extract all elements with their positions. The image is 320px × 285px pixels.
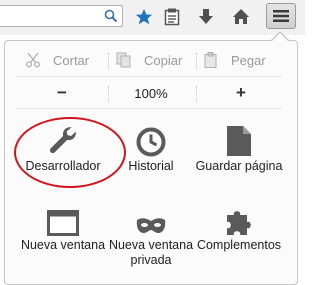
history-label: Historial	[128, 159, 174, 173]
zoom-controls: − 100% +	[5, 78, 297, 108]
cut-button[interactable]: Cortar	[25, 44, 89, 76]
zoom-in-button[interactable]: +	[229, 78, 253, 108]
save-page-icon	[194, 117, 284, 157]
cut-label: Cortar	[53, 52, 90, 68]
new-private-window-button[interactable]: Nueva ventana privada	[106, 196, 196, 268]
divider	[16, 108, 282, 109]
download-icon[interactable]	[194, 6, 218, 28]
new-window-label: Nueva ventana	[20, 238, 106, 252]
save-page-label: Guardar página	[195, 159, 283, 173]
edit-controls: Cortar Copiar Pegar	[5, 44, 297, 76]
hamburger-menu-icon[interactable]	[266, 3, 296, 29]
addons-label: Complementos	[196, 238, 282, 252]
zoom-reset-button[interactable]: 100%	[116, 78, 186, 108]
puzzle-icon	[194, 196, 284, 236]
new-window-button[interactable]: Nueva ventana	[18, 196, 108, 268]
zoom-out-button[interactable]: −	[50, 78, 74, 108]
copy-label: Copiar	[144, 52, 183, 68]
search-icon[interactable]	[104, 9, 118, 28]
developer-label: Desarrollador	[25, 159, 101, 173]
copy-icon	[116, 52, 131, 68]
paste-button[interactable]: Pegar	[203, 44, 266, 76]
paste-label: Pegar	[231, 52, 266, 68]
history-button[interactable]: Historial	[106, 117, 196, 189]
scissors-icon	[25, 52, 41, 68]
developer-button[interactable]: Desarrollador	[18, 117, 108, 189]
copy-button[interactable]: Copiar	[116, 44, 182, 76]
addons-button[interactable]: Complementos	[194, 196, 284, 268]
clipboard-icon	[204, 52, 217, 68]
separator	[108, 86, 109, 102]
wrench-icon	[18, 117, 108, 157]
reading-list-icon[interactable]	[160, 6, 184, 28]
home-icon[interactable]	[229, 6, 253, 28]
separator	[196, 53, 197, 69]
private-mask-icon	[106, 196, 196, 236]
bookmark-star-icon[interactable]	[132, 6, 156, 28]
clock-icon	[106, 117, 196, 157]
search-bar[interactable]	[0, 5, 123, 27]
save-page-button[interactable]: Guardar página	[194, 117, 284, 189]
new-window-icon	[18, 196, 108, 236]
separator	[196, 86, 197, 102]
browser-toolbar	[0, 0, 305, 35]
divider	[16, 76, 282, 77]
separator	[108, 53, 109, 69]
new-private-window-label: Nueva ventana privada	[108, 238, 194, 267]
